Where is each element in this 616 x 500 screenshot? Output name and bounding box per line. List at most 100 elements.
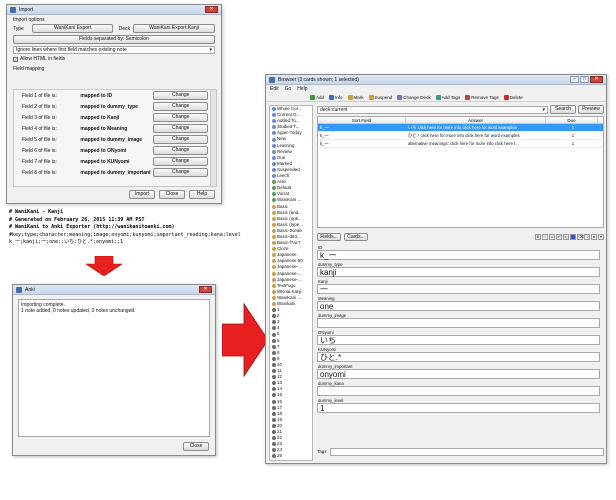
menu-go[interactable]: Go [285,86,292,92]
toolbar-button-info[interactable]: Info [329,94,343,100]
bold-icon[interactable]: B [535,234,541,240]
mapped-label: mapped to ID [80,92,113,99]
toolbar-icon [465,94,471,100]
column-header-answer[interactable]: Answer [406,117,546,123]
import-options-label: Import options [13,17,45,23]
toolbar-button-change-deck[interactable]: Change Deck [397,94,431,100]
column-header-due[interactable]: Due [546,117,598,123]
sidebar-icon [272,113,276,118]
browser-main: deck:current ▾ Search Preview Sort Field… [317,105,604,461]
search-button[interactable]: Search [550,105,576,114]
record-icon[interactable]: ● [591,234,597,240]
change-button[interactable]: Change [153,168,208,177]
separator-button[interactable]: Fields separated by: Semicolon [13,35,215,44]
sidebar-icon [272,192,276,197]
mapped-label: mapped to ONyomi [80,147,127,154]
table-row[interactable]: k_一 ひと.* click here for more info click h… [318,132,603,140]
field-editor[interactable]: k_一 [317,250,600,260]
change-button[interactable]: Change [153,102,208,111]
superscript-icon[interactable]: x² [556,234,562,240]
import-button[interactable]: Import [129,190,155,199]
cards-button[interactable]: Cards... [344,233,368,241]
sidebar-icon [272,131,276,136]
field-editor[interactable]: 1 [317,403,600,413]
toolbar-button-mark[interactable]: Mark [347,94,364,100]
field-label: Field 1 of file is: [22,92,57,99]
fields-button[interactable]: Fields... [317,233,341,241]
toolbar-button-add[interactable]: Add [310,94,324,100]
change-button[interactable]: Change [153,135,208,144]
preview-button[interactable]: Preview [578,105,604,114]
import-titlebar: Import ✕ [7,5,221,15]
sidebar-item[interactable]: 26 [270,459,312,460]
sidebar-icon [272,332,276,337]
clear-format-icon[interactable]: ⌫ [577,234,584,240]
close-icon[interactable]: ✕ [590,76,603,83]
change-button[interactable]: Change [153,157,208,166]
cell-answer: ひと.* click here for more info click here… [408,133,520,138]
table-row[interactable]: k_一 いち click here for more info click her… [318,124,603,132]
more-icon[interactable]: ▾ [598,234,604,240]
app-icon [16,286,22,293]
menu-help[interactable]: Help [297,86,307,92]
sidebar-icon [272,259,276,264]
toolbar-button-add-tags[interactable]: Add Tags [435,94,461,100]
field-editor[interactable] [317,318,600,328]
sidebar-icon [272,271,276,276]
field-mapping-row: Field 5 of file is: mapped to dummy_image… [14,134,216,145]
close-icon[interactable]: ✕ [199,286,212,293]
search-input[interactable]: deck:current ▾ [317,105,548,114]
change-button[interactable]: Change [153,113,208,122]
mapped-label: mapped to dummy_image [80,136,143,143]
field-editor[interactable]: one [317,301,600,311]
field-editor[interactable]: onyomi [317,369,600,379]
browser-window: Browser (3 cards shown; 1 selected) – □ … [265,74,607,464]
sidebar-icon [272,302,276,307]
allow-html-checkbox[interactable]: ✓ [13,56,18,62]
cell-due: 1 [571,133,575,138]
field-editor[interactable] [317,386,600,396]
toolbar-icon [503,94,509,100]
sidebar-icon [272,411,276,416]
duplicate-select[interactable]: Ignore lines where first field matches e… [13,46,215,54]
code-line: #key;type;character;meaning;image;onyomi… [9,231,241,238]
sidebar-icon [272,125,276,130]
subscript-icon[interactable]: x₂ [563,234,569,240]
field-editor[interactable]: いち [317,335,600,345]
field-editor[interactable]: 一 [317,284,600,294]
field-mapping-row: Field 1 of file is: mapped to ID Change [14,90,216,101]
sidebar-icon [272,107,276,112]
toolbar-button-remove-tags[interactable]: Remove Tags [465,94,499,100]
import-close-button[interactable]: Close [159,190,185,199]
column-header-sort-field[interactable]: Sort Field [318,117,406,123]
sidebar-icon [272,228,276,233]
anki-close-button[interactable]: Close [183,442,209,451]
toolbar-label: Add Tags [441,94,461,100]
scrollbar[interactable] [210,90,216,186]
field-label: Field 5 of file is: [22,136,57,143]
table-row[interactable]: k_一 alternative meanings: click here for … [318,140,603,148]
maximize-icon[interactable]: □ [580,76,589,83]
field-editor[interactable]: kanji [317,267,600,277]
field-label: Field 4 of file is: [22,125,57,132]
underline-icon[interactable]: U [549,234,555,240]
minimize-icon[interactable]: – [570,76,579,83]
toolbar: Add Info Mark Suspend Change Deck Add Tags Rem… [266,93,606,102]
change-button[interactable]: Change [153,91,208,100]
attach-icon[interactable]: 📎 [584,234,590,240]
menu-edit[interactable]: Edit [270,86,279,92]
toolbar-button-suspend[interactable]: Suspend [368,94,392,100]
help-button[interactable]: Help [189,190,215,199]
type-button[interactable]: WaniKani Export [31,24,114,33]
tags-input[interactable] [329,447,604,456]
toolbar-button-delete[interactable]: Delete [503,94,523,100]
toolbar-label: Info [335,94,343,100]
deck-button[interactable]: WaniKani Export:Kanji [133,24,216,33]
change-button[interactable]: Change [153,146,208,155]
change-button[interactable]: Change [153,124,208,133]
text-color-icon[interactable] [570,234,576,240]
close-icon[interactable]: ✕ [205,6,218,13]
search-value: deck:current [320,106,348,113]
field-editor[interactable]: ひと.* [317,352,600,362]
italic-icon[interactable]: I [542,234,548,240]
